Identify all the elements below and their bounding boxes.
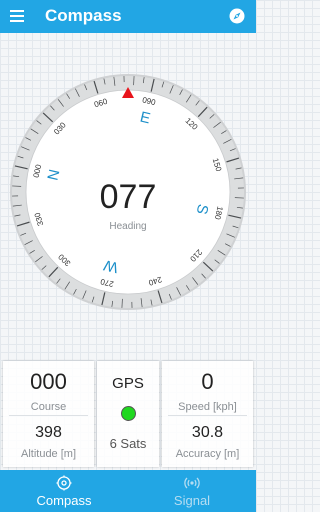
compass-dial: 000 030 060 090 120 150 180 210 240 270 300 330 NES… [8, 72, 248, 312]
tab-compass-label: Compass [36, 493, 92, 508]
tab-compass[interactable]: Compass [0, 470, 128, 512]
altitude-value: 398 [35, 424, 62, 441]
speed-value: 0 [201, 369, 214, 394]
info-panels: 000 Course 398 Altitude [m] GPS 6 Sats 0… [0, 361, 256, 467]
panel-divider [168, 415, 247, 416]
gps-status-dot [121, 406, 136, 421]
tab-signal-label: Signal [173, 493, 211, 508]
heading-label: Heading [109, 221, 146, 232]
altitude-label: Altitude [m] [20, 448, 77, 460]
course-value: 000 [30, 369, 67, 394]
signal-tab-icon [184, 477, 200, 489]
gps-panel: GPS 6 Sats [97, 361, 159, 467]
compass-tab-icon [56, 475, 72, 491]
app-bar: Compass [0, 0, 256, 33]
course-altitude-panel: 000 Course 398 Altitude [m] [3, 361, 94, 467]
app-title: Compass [45, 6, 122, 25]
speed-accuracy-panel: 0 Speed [kph] 30.8 Accuracy [m] [162, 361, 253, 467]
compass-dial-svg: 000030060 090120150180210240270300330 NES… [10, 74, 246, 310]
accuracy-value: 30.8 [191, 424, 224, 441]
panel-divider [9, 415, 88, 416]
gps-label: GPS [112, 375, 144, 392]
heading-value: 077 [100, 178, 157, 216]
sats-count: 6 Sats [109, 436, 147, 451]
tab-signal[interactable]: Signal [128, 470, 256, 512]
accuracy-label: Accuracy [m] [175, 448, 240, 460]
hamburger-menu-icon[interactable] [10, 10, 24, 22]
course-label: Course [30, 401, 67, 413]
compass-needle-icon[interactable] [229, 8, 245, 24]
bottom-navigation: Compass Signal [0, 470, 256, 512]
speed-label: Speed [kph] [178, 401, 237, 413]
